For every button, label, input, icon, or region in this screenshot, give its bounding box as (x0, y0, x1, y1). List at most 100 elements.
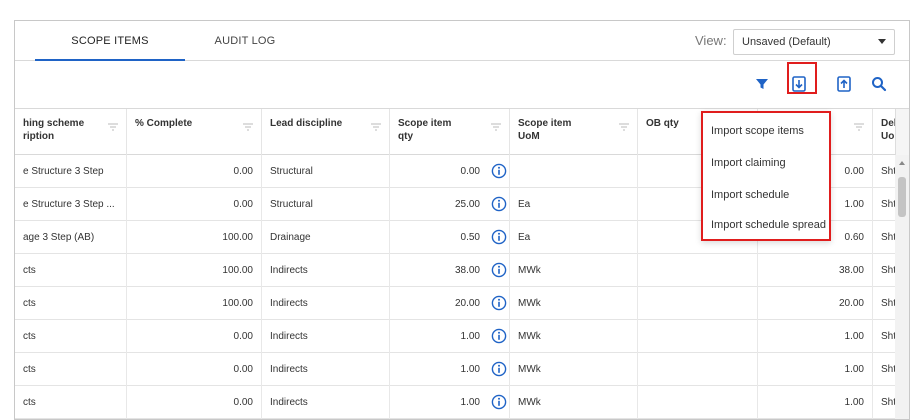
info-icon[interactable] (491, 196, 507, 212)
info-icon[interactable] (491, 394, 507, 410)
info-icon[interactable] (491, 295, 507, 311)
import-menu: Import scope items Import claiming Impor… (701, 111, 831, 241)
caret-down-icon (878, 39, 886, 44)
cell-qty: 1.00 (460, 364, 480, 375)
column-header-discipline[interactable]: Lead discipline (262, 109, 390, 155)
table-row[interactable]: cts 100.00 Indirects 20.00 MWk 20.00 Sht (15, 287, 909, 320)
cell-scheme: cts (15, 287, 127, 320)
view-select[interactable]: Unsaved (Default) (733, 29, 895, 55)
column-filter-icon[interactable] (243, 123, 253, 131)
export-icon[interactable] (833, 73, 855, 95)
info-icon[interactable] (491, 163, 507, 179)
cell-uom: MWk (510, 320, 638, 353)
cell-scheme: e Structure 3 Step (15, 155, 127, 188)
column-filter-icon[interactable] (854, 123, 864, 131)
cell-discipline: Indirects (262, 353, 390, 386)
cell-qty: 1.00 (460, 331, 480, 342)
tab-bar: SCOPE ITEMS AUDIT LOG View: Unsaved (Def… (15, 21, 909, 61)
cell-divider (509, 353, 510, 386)
cell-discipline: Structural (262, 155, 390, 188)
menu-item-import-scope-items[interactable]: Import scope items (711, 125, 804, 137)
cell-divider (509, 221, 510, 254)
vertical-scrollbar[interactable] (895, 155, 909, 419)
cell-divider (509, 188, 510, 221)
cell-complete: 0.00 (127, 320, 262, 353)
import-button-highlight (787, 62, 817, 94)
cell-uom (510, 155, 638, 188)
cell-divider (509, 155, 510, 188)
table-row[interactable]: cts 100.00 Indirects 38.00 MWk 38.00 Sht (15, 254, 909, 287)
cell-divider (509, 287, 510, 320)
cell-divider (509, 320, 510, 353)
cell-uom: MWk (510, 353, 638, 386)
cell-qty: 1.00 (460, 397, 480, 408)
cell-qty: 0.50 (460, 232, 480, 243)
column-header-label: % Complete (135, 118, 193, 129)
cell-discipline: Structural (262, 188, 390, 221)
cell-uom: MWk (510, 254, 638, 287)
column-filter-icon[interactable] (619, 123, 629, 131)
cell-c7: 38.00 (758, 254, 873, 287)
column-filter-icon[interactable] (108, 123, 118, 131)
view-selected-value: Unsaved (Default) (742, 36, 831, 48)
cell-ob (638, 386, 758, 419)
menu-item-import-schedule-spread[interactable]: Import schedule spread (711, 219, 826, 231)
tab-scope-items[interactable]: SCOPE ITEMS (35, 21, 185, 61)
table-row[interactable]: cts 0.00 Indirects 1.00 MWk 1.00 Sht (15, 353, 909, 386)
cell-c7: 1.00 (758, 353, 873, 386)
menu-item-import-schedule[interactable]: Import schedule (711, 189, 789, 201)
scope-items-panel: SCOPE ITEMS AUDIT LOG View: Unsaved (Def… (14, 20, 910, 420)
cell-discipline: Indirects (262, 386, 390, 419)
scrollbar-thumb[interactable] (898, 177, 906, 217)
cell-c7: 1.00 (758, 320, 873, 353)
toolbar (15, 61, 909, 109)
cell-qty: 20.00 (454, 298, 480, 309)
cell-uom: Ea (510, 221, 638, 254)
column-header-qty[interactable]: Scope item qty (390, 109, 510, 155)
cell-complete: 0.00 (127, 353, 262, 386)
column-header-label: OB qty (646, 118, 679, 129)
column-header-complete[interactable]: % Complete (127, 109, 262, 155)
column-filter-icon[interactable] (371, 123, 381, 131)
tab-audit-log[interactable]: AUDIT LOG (185, 21, 305, 61)
cell-c7: 20.00 (758, 287, 873, 320)
cell-complete: 0.00 (127, 386, 262, 419)
cell-discipline: Indirects (262, 320, 390, 353)
search-icon[interactable] (868, 73, 890, 95)
cell-scheme: cts (15, 386, 127, 419)
info-icon[interactable] (491, 262, 507, 278)
cell-discipline: Indirects (262, 254, 390, 287)
column-header-label: Lead discipline (270, 118, 343, 129)
cell-ob (638, 353, 758, 386)
cell-complete: 100.00 (127, 254, 262, 287)
scroll-up-icon[interactable] (899, 161, 905, 165)
cell-qty: 25.00 (454, 199, 480, 210)
cell-uom: Ea (510, 188, 638, 221)
view-label: View: (695, 33, 727, 48)
cell-c7: 1.00 (758, 386, 873, 419)
column-filter-icon[interactable] (491, 123, 501, 131)
column-header-uom[interactable]: Scope item UoM (510, 109, 638, 155)
table-row[interactable]: cts 0.00 Indirects 1.00 MWk 1.00 Sht (15, 386, 909, 419)
info-icon[interactable] (491, 361, 507, 377)
filter-icon[interactable] (751, 73, 773, 95)
cell-scheme: cts (15, 254, 127, 287)
cell-scheme: e Structure 3 Step ... (15, 188, 127, 221)
column-menu-handle[interactable] (895, 109, 909, 155)
menu-item-import-claiming[interactable]: Import claiming (711, 157, 786, 169)
cell-ob (638, 320, 758, 353)
info-icon[interactable] (491, 229, 507, 245)
cell-scheme: cts (15, 353, 127, 386)
cell-discipline: Indirects (262, 287, 390, 320)
column-header-label: Scope item UoM (518, 118, 572, 142)
cell-scheme: cts (15, 320, 127, 353)
info-icon[interactable] (491, 328, 507, 344)
cell-ob (638, 287, 758, 320)
column-header-scheme[interactable]: hing scheme ription (15, 109, 127, 155)
cell-divider (509, 386, 510, 419)
cell-complete: 0.00 (127, 188, 262, 221)
column-header-label: hing scheme ription (23, 118, 85, 142)
table-row[interactable]: cts 0.00 Indirects 1.00 MWk 1.00 Sht (15, 320, 909, 353)
cell-discipline: Drainage (262, 221, 390, 254)
cell-complete: 0.00 (127, 155, 262, 188)
